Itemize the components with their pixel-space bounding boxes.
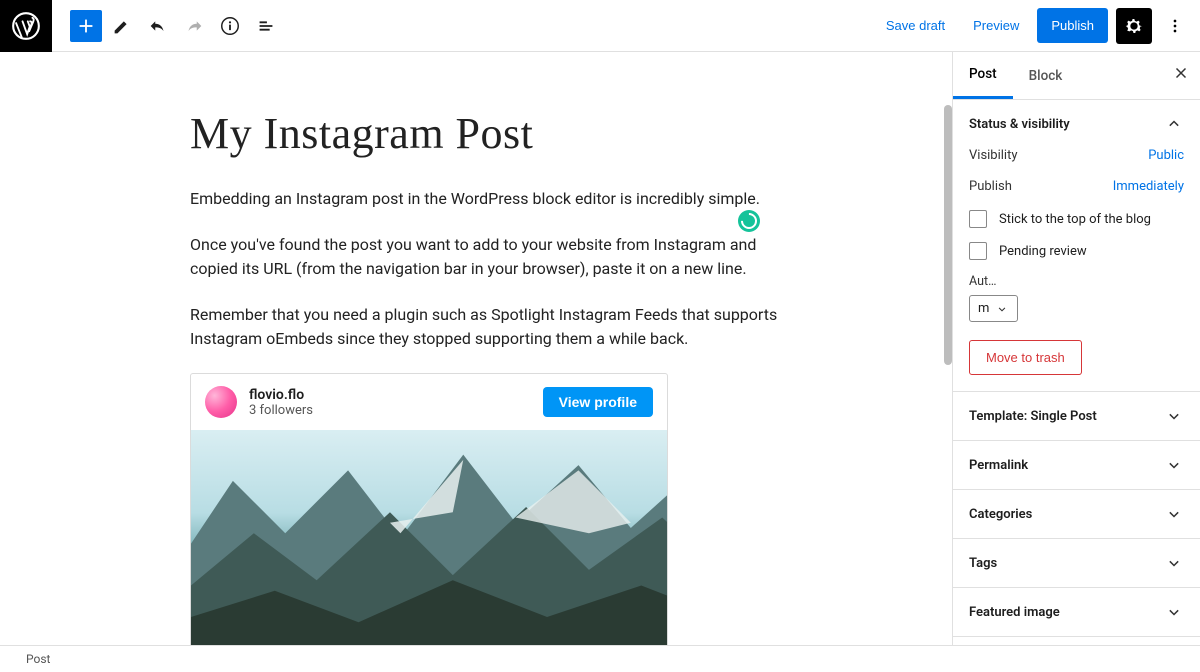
redo-icon [183,15,205,37]
preview-button[interactable]: Preview [963,10,1029,41]
visibility-label: Visibility [969,148,1018,163]
checkbox-pending[interactable] [969,242,987,260]
sidebar-tabs: Post Block [953,52,1200,100]
undo-button[interactable] [142,10,174,42]
save-draft-button[interactable]: Save draft [876,10,955,41]
panel-title: Categories [969,507,1032,522]
undo-icon [147,15,169,37]
author-value: m [978,301,989,316]
toolbar-actions: Save draft Preview Publish [876,8,1200,44]
chevron-down-icon [1164,504,1184,524]
tab-post[interactable]: Post [953,52,1013,99]
checkbox-sticky[interactable] [969,210,987,228]
info-icon [219,15,241,37]
close-sidebar-button[interactable] [1172,64,1190,87]
avatar [205,386,237,418]
panel-title: Status & visibility [969,117,1070,132]
plus-icon [75,15,97,37]
panel-categories[interactable]: Categories [953,490,1200,538]
panel-title: Permalink [969,458,1028,473]
checkbox-pending-label: Pending review [999,244,1087,259]
paragraph-block[interactable]: Once you've found the post you want to a… [190,233,780,281]
more-options-button[interactable] [1160,8,1190,44]
settings-button[interactable] [1116,8,1152,44]
chevron-down-icon [995,302,1009,316]
editor-canvas[interactable]: My Instagram Post Embedding an Instagram… [0,52,952,672]
publish-button[interactable]: Publish [1037,8,1108,43]
chevron-up-icon [1164,114,1184,134]
tab-block[interactable]: Block [1013,54,1079,98]
visibility-value[interactable]: Public [1148,148,1184,163]
panel-featured-image[interactable]: Featured image [953,588,1200,636]
gear-icon [1123,15,1145,37]
edit-mode-button[interactable] [106,10,138,42]
checkbox-sticky-label: Stick to the top of the blog [999,212,1151,227]
paragraph-block[interactable]: Embedding an Instagram post in the WordP… [190,187,780,211]
instagram-followers: 3 followers [249,403,531,418]
panel-status-visibility: Status & visibility Visibility Public Pu… [953,100,1200,392]
close-icon [1172,64,1190,82]
wordpress-icon [12,12,40,40]
toolbar-tools [52,10,282,42]
panel-title: Template: Single Post [969,409,1097,424]
chevron-down-icon [1164,602,1184,622]
grammarly-icon[interactable] [738,210,760,232]
redo-button [178,10,210,42]
chevron-down-icon [1164,553,1184,573]
instagram-image [191,430,667,648]
panel-template[interactable]: Template: Single Post [953,392,1200,440]
dots-vertical-icon [1165,16,1185,36]
outline-icon [255,15,277,37]
view-profile-button[interactable]: View profile [543,387,653,417]
publish-label: Publish [969,179,1012,194]
author-select[interactable]: m [969,295,1018,322]
panel-header-status[interactable]: Status & visibility [953,100,1200,148]
settings-sidebar: Post Block Status & visibility Visibilit… [952,52,1200,672]
panel-title: Featured image [969,605,1060,620]
pencil-icon [111,15,133,37]
list-view-button[interactable] [250,10,282,42]
breadcrumb[interactable]: Post [0,645,1200,672]
info-button[interactable] [214,10,246,42]
panel-permalink[interactable]: Permalink [953,441,1200,489]
move-to-trash-button[interactable]: Move to trash [969,340,1082,375]
wordpress-logo[interactable] [0,0,52,52]
publish-value[interactable]: Immediately [1113,179,1184,194]
add-block-button[interactable] [70,10,102,42]
instagram-username: flovio.flo [249,387,531,403]
panel-tags[interactable]: Tags [953,539,1200,587]
paragraph-block[interactable]: Remember that you need a plugin such as … [190,303,780,351]
author-label: Aut… [969,274,1184,289]
chevron-down-icon [1164,455,1184,475]
instagram-header: flovio.flo 3 followers View profile [191,374,667,430]
panel-title: Tags [969,556,997,571]
instagram-embed[interactable]: flovio.flo 3 followers View profile [190,373,668,649]
chevron-down-icon [1164,406,1184,426]
editor-toolbar: Save draft Preview Publish [0,0,1200,52]
post-title[interactable]: My Instagram Post [190,108,780,159]
